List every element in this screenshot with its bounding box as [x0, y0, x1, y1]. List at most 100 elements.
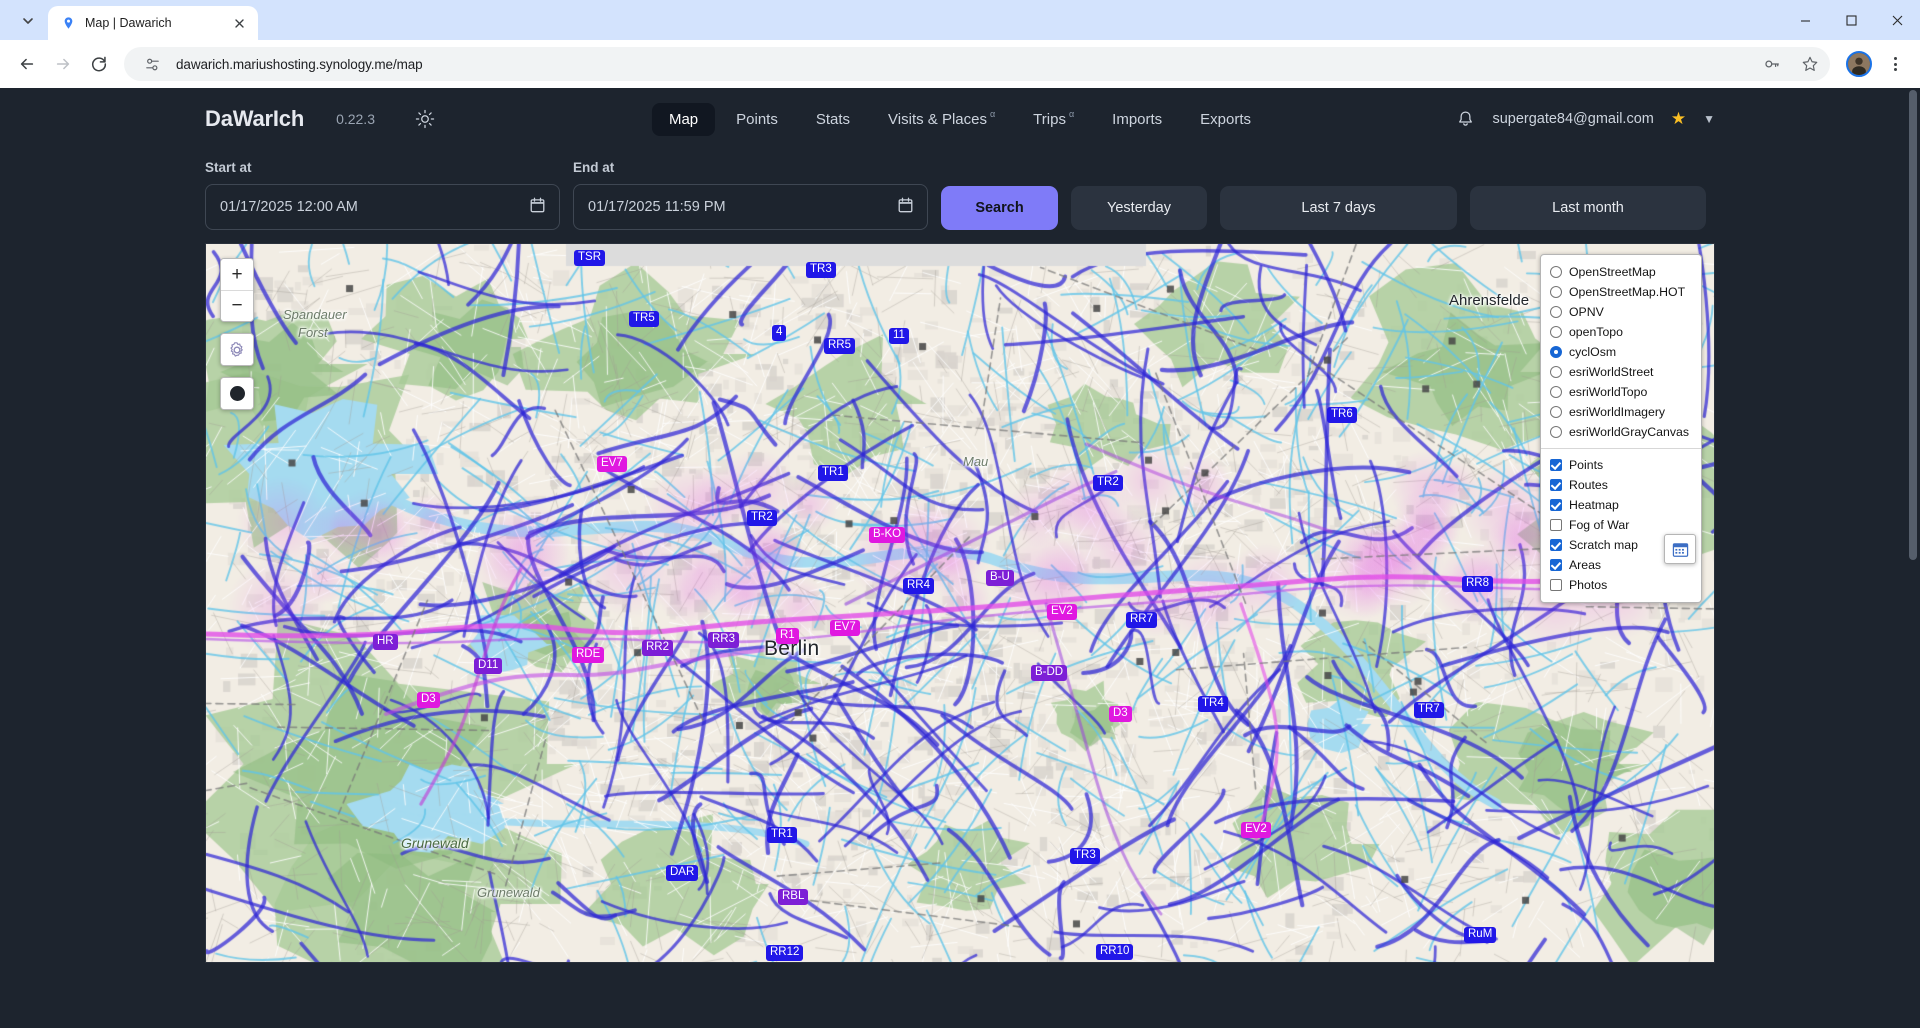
start-at-label: Start at [205, 160, 252, 175]
basemap-option-cyclosm[interactable]: cyclOsm [1549, 342, 1689, 362]
map-calendar-button[interactable] [1664, 534, 1696, 564]
basemap-radio-group: OpenStreetMap OpenStreetMap.HOT OPNV openTo… [1549, 262, 1689, 442]
user-email[interactable]: supergate84@gmail.com [1492, 111, 1653, 127]
radio-button[interactable] [1549, 286, 1562, 298]
record-track-group [220, 377, 254, 410]
close-icon[interactable] [230, 14, 248, 32]
start-at-input[interactable]: 01/17/2025 12:00 AM [205, 184, 560, 230]
tab-title: Map | Dawarich [85, 16, 172, 30]
basemap-option-openstreetmap-hot[interactable]: OpenStreetMap.HOT [1549, 282, 1689, 302]
forward-icon[interactable] [46, 47, 80, 81]
basemap-option-openstreetmap[interactable]: OpenStreetMap [1549, 262, 1689, 282]
checkbox[interactable] [1549, 559, 1562, 571]
address-bar[interactable]: dawarich.mariushosting.synology.me/map [124, 47, 1830, 81]
radio-button[interactable] [1549, 366, 1562, 378]
basemap-label: OpenStreetMap [1568, 264, 1656, 279]
alpha-badge: α [989, 108, 996, 119]
back-icon[interactable] [10, 47, 44, 81]
overlay-option-heatmap[interactable]: Heatmap [1549, 495, 1689, 515]
basemap-option-esriworldtopo[interactable]: esriWorldTopo [1549, 382, 1689, 402]
basemap-option-opentopo[interactable]: openTopo [1549, 322, 1689, 342]
basemap-option-esriworldgraycanvas[interactable]: esriWorldGrayCanvas [1549, 422, 1689, 442]
nav-item-exports[interactable]: Exports [1183, 103, 1268, 136]
nav-item-imports[interactable]: Imports [1095, 103, 1179, 136]
maximize-icon[interactable] [1828, 0, 1874, 40]
overlay-label: Photos [1568, 577, 1608, 592]
nav-item-map[interactable]: Map [651, 102, 716, 136]
nav-item-trips[interactable]: Trips α [1016, 103, 1091, 136]
zoom-in-button[interactable]: + [221, 259, 253, 290]
overlay-label: Heatmap [1568, 497, 1619, 512]
bookmark-star-icon[interactable] [1796, 50, 1824, 78]
nav-item-visits-places[interactable]: Visits & Places α [871, 103, 1012, 136]
map-container[interactable]: Berlin Ahrensfelde Spandauer Forst Grunewald… [205, 243, 1715, 963]
end-at-input[interactable]: 01/17/2025 11:59 PM [573, 184, 928, 230]
header-user-area: supergate84@gmail.com ★ ▼ [1456, 109, 1715, 129]
quick-range-yesterday[interactable]: Yesterday [1071, 186, 1207, 230]
scrollbar-thumb[interactable] [1909, 90, 1917, 560]
radio-button[interactable] [1549, 426, 1562, 438]
site-settings-icon[interactable] [138, 50, 166, 78]
radio-button[interactable] [1549, 406, 1562, 418]
start-at-value: 01/17/2025 12:00 AM [220, 199, 358, 215]
nav-label: Exports [1200, 110, 1252, 128]
basemap-option-esriworldstreet[interactable]: esriWorldStreet [1549, 362, 1689, 382]
password-key-icon[interactable] [1758, 50, 1786, 78]
overlay-option-photos[interactable]: Photos [1549, 575, 1689, 595]
basemap-option-esriworldimagery[interactable]: esriWorldImagery [1549, 402, 1689, 422]
page-scrollbar[interactable] [1906, 88, 1920, 1028]
radio-button[interactable] [1549, 326, 1562, 338]
checkbox[interactable] [1549, 479, 1562, 491]
solid-dot-icon[interactable] [221, 378, 253, 409]
end-at-value: 01/17/2025 11:59 PM [588, 199, 726, 215]
quick-range-last-month[interactable]: Last month [1470, 186, 1706, 230]
basemap-label: esriWorldStreet [1568, 364, 1654, 379]
map-settings-group [220, 333, 254, 366]
gear-icon[interactable] [221, 334, 253, 365]
nav-item-stats[interactable]: Stats [799, 103, 867, 136]
checkbox[interactable] [1549, 459, 1562, 471]
map-tiles[interactable] [206, 244, 1714, 962]
quick-range-last-7-days[interactable]: Last 7 days [1220, 186, 1457, 230]
star-icon: ★ [1670, 109, 1687, 128]
checkbox[interactable] [1549, 579, 1562, 591]
reload-icon[interactable] [82, 47, 116, 81]
basemap-option-opnv[interactable]: OPNV [1549, 302, 1689, 322]
checkbox[interactable] [1549, 499, 1562, 511]
radio-button[interactable] [1549, 306, 1562, 318]
overlay-label: Points [1568, 457, 1604, 472]
nav-label: Points [736, 110, 778, 128]
browser-window: Map | Dawarich dawarich.mariushosting.sy… [0, 0, 1920, 1028]
basemap-label: esriWorldImagery [1568, 404, 1666, 419]
radio-button[interactable] [1549, 266, 1562, 278]
checkbox[interactable] [1549, 519, 1562, 531]
zoom-control-group: + − [220, 258, 254, 322]
browser-menu-button[interactable] [1880, 49, 1910, 79]
zoom-out-button[interactable]: − [221, 290, 253, 321]
bell-icon[interactable] [1456, 110, 1475, 129]
sun-icon[interactable] [415, 109, 435, 129]
page-content: DaWarIch 0.22.3 Map Points Stats Visits … [0, 88, 1920, 1028]
browser-toolbar: dawarich.mariushosting.synology.me/map [0, 40, 1920, 88]
radio-button[interactable] [1549, 386, 1562, 398]
minimize-icon[interactable] [1782, 0, 1828, 40]
tab-search-button[interactable] [10, 6, 46, 36]
radio-button[interactable] [1549, 346, 1562, 358]
nav-item-points[interactable]: Points [719, 103, 795, 136]
nav-label: Visits & Places [888, 110, 987, 128]
profile-avatar[interactable] [1846, 51, 1872, 77]
overlay-option-points[interactable]: Points [1549, 455, 1689, 475]
overlay-option-routes[interactable]: Routes [1549, 475, 1689, 495]
overlay-option-fog-of-war[interactable]: Fog of War [1549, 515, 1689, 535]
start-at-field-group: Start at 01/17/2025 12:00 AM [205, 160, 560, 230]
calendar-icon[interactable] [898, 197, 913, 217]
close-icon[interactable] [1874, 0, 1920, 40]
calendar-icon[interactable] [530, 197, 545, 217]
overlay-label: Scratch map [1568, 537, 1638, 552]
chevron-down-icon[interactable]: ▼ [1703, 112, 1715, 126]
nav-label: Imports [1112, 110, 1163, 128]
checkbox[interactable] [1549, 539, 1562, 551]
end-at-label: End at [573, 160, 615, 175]
search-button[interactable]: Search [941, 186, 1058, 230]
browser-tab[interactable]: Map | Dawarich [48, 6, 258, 40]
